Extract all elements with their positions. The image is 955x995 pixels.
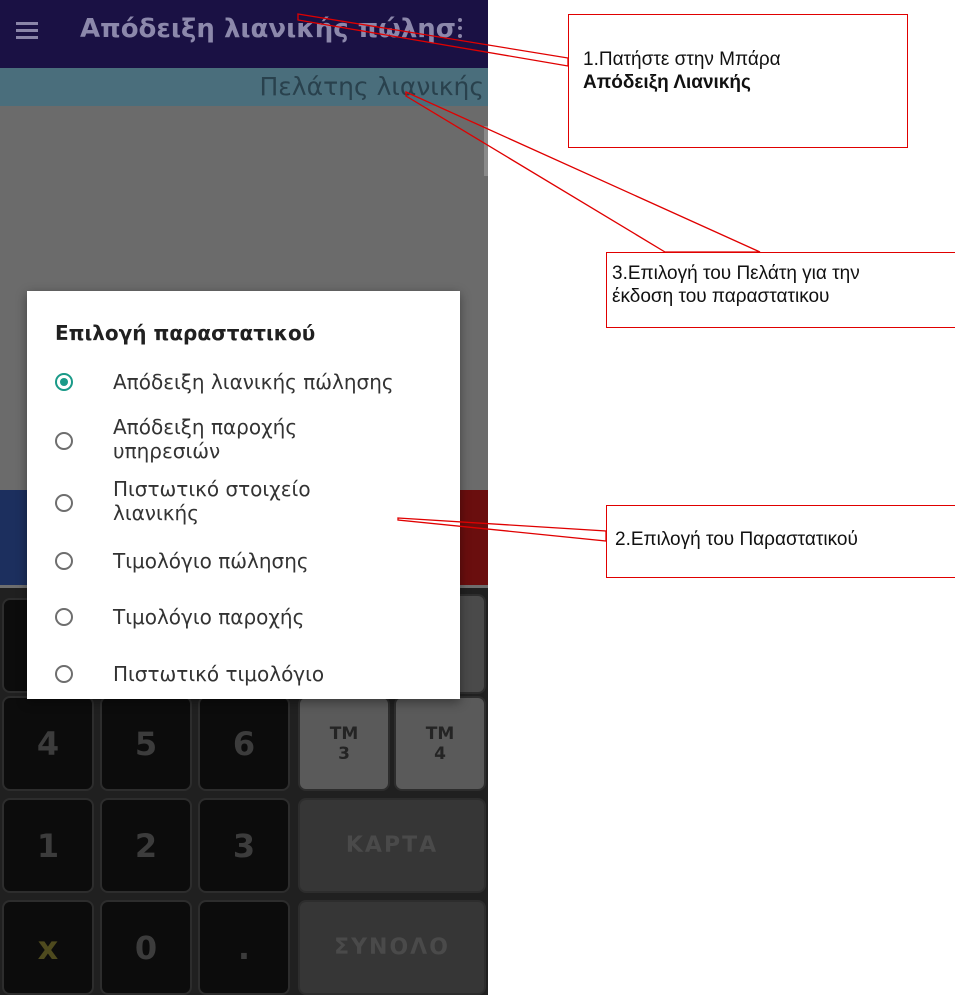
- annotation-step-2-text: 2.Επιλογή του Παραστατικού: [615, 529, 858, 550]
- annotation-step-3: 3.Επιλογή του Πελάτη για την έκδοση του …: [606, 252, 955, 328]
- callout-lines: [297, 13, 761, 542]
- annotation-step-3-line1: 3.Επιλογή του Πελάτη για την: [612, 263, 860, 284]
- annotation-step-2: 2.Επιλογή του Παραστατικού: [606, 505, 955, 578]
- callout-line-1: [297, 13, 569, 67]
- callout-line-2: [397, 517, 607, 542]
- annotation-step-1-line1: 1.Πατήστε στην Μπάρα: [583, 49, 781, 70]
- annotation-step-1: 1.Πατήστε στην Μπάρα Απόδειξη Λιανικής: [568, 14, 908, 148]
- annotation-step-3-line2: έκδοση του παραστατικου: [612, 286, 830, 307]
- annotation-step-1-line2: Απόδειξη Λιανικής: [583, 72, 751, 93]
